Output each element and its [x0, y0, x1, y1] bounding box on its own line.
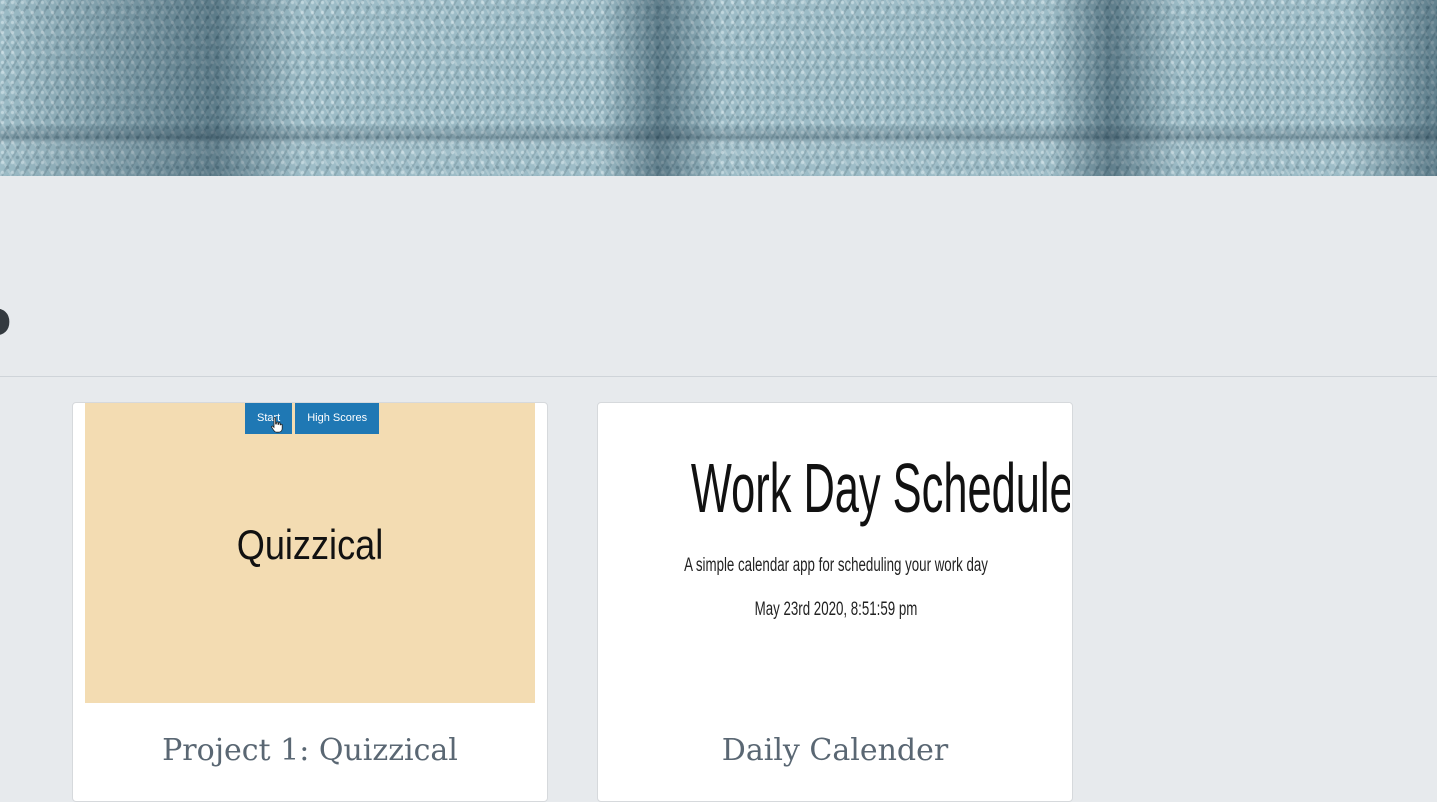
banner-shading	[0, 0, 1437, 176]
preview-scheduler-date: May 23rd 2020, 8:51:59 pm	[754, 599, 918, 620]
preview-high-scores-button: High Scores	[295, 403, 380, 434]
project-preview-image[interactable]: Start High Scores Quizzical	[85, 403, 535, 703]
section-divider	[0, 376, 1437, 377]
preview-scheduler-subtitle: A simple calendar app for scheduling you…	[684, 555, 988, 576]
hand-cursor-icon	[271, 417, 283, 433]
section-heading: tfolio	[0, 280, 1437, 360]
preview-button-group: Start High Scores	[245, 403, 380, 434]
project-preview-image[interactable]: Work Day Scheduler A simple calendar app…	[602, 403, 1070, 703]
preview-scheduler-title: Work Day Scheduler	[690, 449, 1070, 527]
header-banner	[0, 0, 1437, 176]
preview-start-button: Start	[245, 403, 293, 434]
project-card-daily-calender[interactable]: Work Day Scheduler A simple calendar app…	[597, 402, 1073, 802]
project-card-caption[interactable]: Daily Calender	[598, 733, 1072, 768]
section-title: tfolio	[0, 280, 11, 356]
project-card-caption[interactable]: Project 1: Quizzical	[73, 733, 547, 768]
preview-quiz-title: Quizzical	[236, 521, 384, 568]
project-card-quizzical[interactable]: Start High Scores Quizzical Project 1: Q…	[72, 402, 548, 802]
